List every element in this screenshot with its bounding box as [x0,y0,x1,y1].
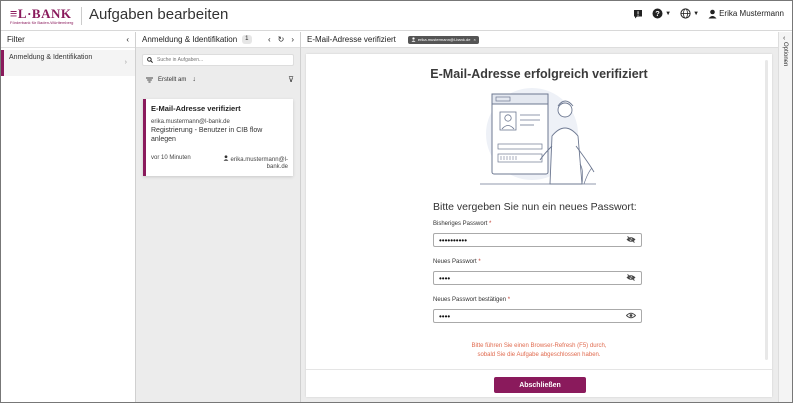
filter-item-label: Anmeldung & Identifikation [9,54,93,61]
required-marker: * [478,259,481,265]
eye-icon[interactable] [625,312,637,321]
task-detail-pane: E-Mail-Adresse verifiziert erika.musterm… [301,32,792,402]
chevron-right-icon: › [124,59,127,66]
task-card-title: E-Mail-Adresse verifiziert [151,104,241,113]
options-rail[interactable]: ‹ Optionen [778,32,792,402]
old-password-field [433,233,642,247]
sort-row: Erstellt am ↓ ⊽ [146,75,294,84]
assignee-email: erika.mustermann@l-bank.de [230,157,288,170]
sort-label[interactable]: Erstellt am [158,77,186,83]
filter-header: Filter ‹ [1,32,135,48]
verification-card: E-Mail-Adresse erfolgreich verifiziert B… [306,54,772,397]
collapse-filter-icon[interactable]: ‹ [126,35,129,44]
confirm-password-input[interactable] [439,311,619,321]
scrollbar[interactable] [765,60,768,360]
notification-icon[interactable] [633,9,643,19]
sort-icon[interactable] [146,77,153,83]
old-password-label-text: Bisheriges Passwort [433,221,488,227]
success-title: E-Mail-Adresse erfolgreich verifiziert [430,67,648,81]
header-divider [81,7,82,25]
search-icon [147,57,153,63]
close-icon[interactable]: × [473,37,475,42]
refresh-hint-line2: sobald Sie die Aufgabe abgeschlossen hab… [477,352,601,358]
task-card-age: vor 10 Minuten [151,155,191,161]
confirm-password-label: Neues Passwort bestätigen * [433,297,510,303]
task-card-email: erika.mustermann@l-bank.de [151,119,230,125]
task-card-assignee: erika.mustermann@l-bank.de [208,155,288,171]
email-chip[interactable]: erika.mustermann@l-bank.de × [407,35,479,44]
lbank-logo[interactable]: ≡L·BANK Förderbank für Baden-Württemberg [10,7,78,27]
task-search [142,54,294,66]
prev-icon[interactable]: ‹ [268,35,271,44]
user-icon [708,9,717,18]
task-list-nav: ‹ ↻ › [268,35,294,44]
user-name: Erika Mustermann [719,9,784,18]
sort-direction-icon[interactable]: ↓ [192,76,196,83]
user-icon [411,37,416,42]
password-heading: Bitte vergeben Sie nun ein neues Passwor… [433,201,637,213]
old-password-label: Bisheriges Passwort * [433,221,491,227]
chevron-down-icon: ▼ [693,10,700,17]
task-card[interactable]: E-Mail-Adresse verifiziert erika.musterm… [143,99,293,176]
eye-slash-icon[interactable] [626,273,636,283]
refresh-hint: Bitte führen Sie einen Browser-Refresh (… [306,342,772,360]
filter-item-anmeldung[interactable]: Anmeldung & Identifikation › [1,50,135,76]
task-detail-header: E-Mail-Adresse verifiziert erika.musterm… [301,32,792,48]
new-password-field [433,271,642,285]
verification-illustration [480,88,596,185]
task-list-pane: Anmeldung & Identifikation 1 ‹ ↻ › Erste… [136,32,301,402]
filter-clear-icon[interactable]: ⊽ [288,75,294,84]
app-header: ≡L·BANK Förderbank für Baden-Württemberg… [1,1,792,31]
required-marker: * [507,297,511,303]
new-password-input[interactable] [439,273,619,283]
task-list-title: Anmeldung & Identifikation [142,35,238,44]
confirm-password-field [433,309,642,323]
new-password-label: Neues Passwort * [433,259,481,265]
user-icon [223,155,229,161]
required-marker: * [489,221,492,227]
header-actions: ? ▼ ▼ Erika Mustermann [633,8,784,19]
chevron-down-icon: ▼ [665,10,672,17]
app-window: ≡L·BANK Förderbank für Baden-Württemberg… [0,0,793,403]
globe-icon[interactable]: ▼ [680,8,699,19]
user-menu[interactable]: Erika Mustermann [708,9,784,19]
task-card-footer: vor 10 Minuten erika.mustermann@l-bank.d… [151,155,288,171]
task-detail-title: E-Mail-Adresse verifiziert [307,35,396,44]
help-icon[interactable]: ? ▼ [652,8,671,19]
filter-title: Filter [7,35,25,44]
email-chip-label: erika.mustermann@l-bank.de [417,37,471,42]
confirm-password-label-text: Neues Passwort bestätigen [433,297,507,303]
task-card-description: Registrierung - Benutzer in CIB flow anl… [151,127,263,143]
page-title: Aufgaben bearbeiten [89,6,229,23]
logo-text: ≡L·BANK [10,6,72,21]
old-password-input[interactable] [439,235,619,245]
options-label: Optionen [782,42,788,67]
search-input[interactable] [157,57,287,63]
task-count-badge: 1 [242,35,252,44]
action-bar: Abschließen [306,369,772,397]
refresh-hint-line1: Bitte führen Sie einen Browser-Refresh (… [471,343,607,349]
svg-text:?: ? [655,9,660,18]
logo-subtitle: Förderbank für Baden-Württemberg [10,20,74,25]
new-password-label-text: Neues Passwort [433,259,477,265]
next-icon[interactable]: › [291,35,294,44]
refresh-icon[interactable]: ↻ [278,35,285,44]
task-list-header: Anmeldung & Identifikation 1 ‹ ↻ › [136,32,300,48]
chevron-left-icon[interactable]: ‹ [783,35,785,42]
filter-pane: Filter ‹ Anmeldung & Identifikation › [1,32,136,402]
eye-slash-icon[interactable] [626,235,636,245]
finish-button[interactable]: Abschließen [494,377,586,393]
